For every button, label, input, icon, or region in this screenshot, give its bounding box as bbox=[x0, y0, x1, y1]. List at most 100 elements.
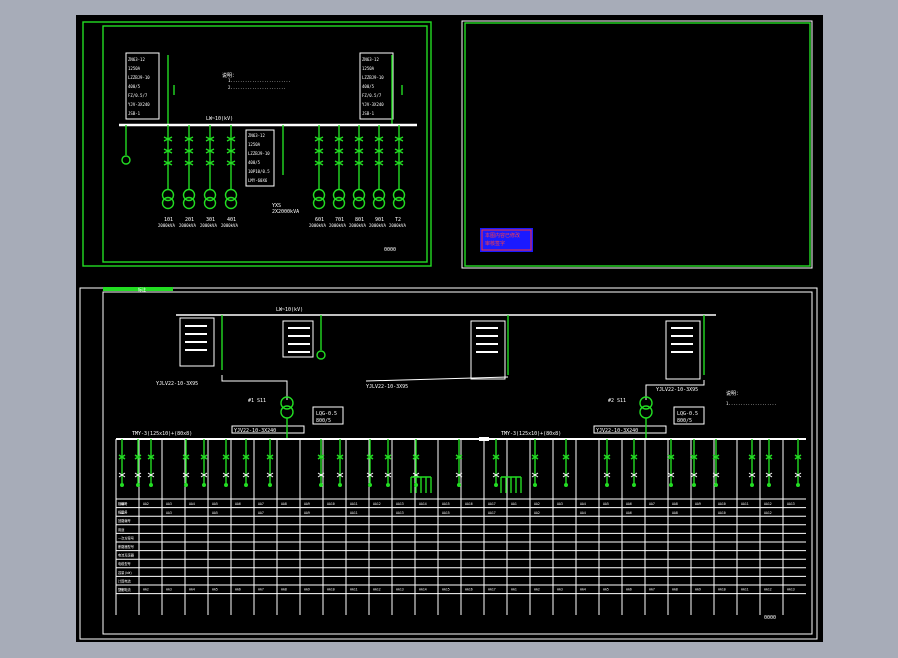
sheet1-title-code: 0000 bbox=[384, 247, 396, 253]
box-line: ZN63-12 bbox=[128, 57, 145, 62]
panel-id: AA8 bbox=[281, 502, 287, 506]
branch-circuit bbox=[336, 439, 344, 487]
panel-type: AA5 bbox=[212, 511, 218, 515]
panel-type: AA13 bbox=[396, 511, 404, 515]
hv-ground-2 bbox=[316, 350, 326, 360]
branch-circuit bbox=[118, 439, 126, 487]
box-line: 1250A bbox=[128, 66, 141, 71]
panel-rating: AA9 bbox=[695, 588, 701, 592]
panel-rating: AA12 bbox=[373, 588, 381, 592]
row-label: 电流互感器 bbox=[118, 553, 135, 558]
panel-rating: AA4 bbox=[189, 588, 195, 592]
terminal-dot bbox=[319, 483, 323, 487]
panel-id: AA6 bbox=[235, 502, 241, 506]
panel-type: AA10 bbox=[718, 511, 726, 515]
panel-type: AA11 bbox=[350, 511, 358, 515]
terminal-dot bbox=[605, 483, 609, 487]
hv-panel-text-line bbox=[288, 327, 310, 329]
branch-circuit bbox=[562, 439, 570, 487]
feeder-label: 2000kVA bbox=[389, 223, 406, 228]
terminal-dot bbox=[268, 483, 272, 487]
terminal-dot bbox=[244, 483, 248, 487]
hv-panel-text-line bbox=[185, 341, 207, 343]
box-line: 1250A bbox=[248, 142, 261, 147]
panel-rating: AA7 bbox=[258, 588, 264, 592]
branch-circuit bbox=[667, 439, 675, 487]
sheet-3-outer-frame bbox=[79, 287, 818, 640]
terminal-dot bbox=[564, 483, 568, 487]
panel-rating: AA2 bbox=[534, 588, 540, 592]
terminal-dot bbox=[714, 483, 718, 487]
multi-outgoing-group bbox=[500, 476, 522, 493]
panel-rating: AA13 bbox=[787, 588, 795, 592]
panel-type: AA4 bbox=[580, 511, 586, 515]
feeder-label: 2000kVA bbox=[158, 223, 175, 228]
panel-rating: AA16 bbox=[465, 588, 473, 592]
transformer-symbol bbox=[392, 196, 406, 210]
box-line: 400/5 bbox=[128, 84, 141, 89]
panel-type: AA2 bbox=[534, 511, 540, 515]
panel-id: AA4 bbox=[580, 502, 586, 506]
branch-circuit bbox=[531, 439, 539, 487]
tr1-out-cable: YJV22-10-3X240 bbox=[234, 428, 276, 434]
hv-panel-text-line bbox=[288, 335, 310, 337]
drawing-canvas: ZN63-12 1250A LZZBJ9-10 400/5 FZ/0.5/7 YJV-3X… bbox=[79, 20, 818, 640]
hv-panel-text-line bbox=[288, 351, 310, 353]
panel-rating: AA2 bbox=[143, 588, 149, 592]
tr1-cable-label: YJLV22-10-3X95 bbox=[156, 381, 198, 387]
terminal-dot bbox=[767, 483, 771, 487]
panel-id: AA15 bbox=[442, 502, 450, 506]
terminal-dot bbox=[692, 483, 696, 487]
box-line: JSB-1 bbox=[362, 111, 375, 116]
feeder-601: 6012000kVA bbox=[309, 125, 326, 228]
panel-id: AA16 bbox=[465, 502, 473, 506]
panel-id: AA5 bbox=[603, 502, 609, 506]
branch-circuit bbox=[384, 439, 392, 487]
box-line: LZZBJ9-10 bbox=[128, 75, 150, 80]
panel-rating: AA6 bbox=[235, 588, 241, 592]
panel-rating: AA12 bbox=[764, 588, 772, 592]
hv-panel-text-line bbox=[185, 349, 207, 351]
terminal-dot bbox=[136, 483, 140, 487]
terminal-dot bbox=[669, 483, 673, 487]
feeder-label: 2000kVA bbox=[200, 223, 217, 228]
sheet1-note-line: 1......................... bbox=[228, 78, 291, 83]
hv-panel-text-line bbox=[671, 343, 693, 345]
tr2-ct-2: 800/5 bbox=[677, 418, 692, 424]
panel-id: AA3 bbox=[166, 502, 172, 506]
transformer-2 bbox=[639, 396, 653, 419]
feeder-301: 3012000kVA bbox=[200, 125, 217, 228]
hv-panel-text-line bbox=[185, 333, 207, 335]
box-line: FZ/0.5/7 bbox=[128, 93, 148, 98]
sheet3-note: 说明： bbox=[726, 390, 741, 397]
incoming-box-left-text: ZN63-12 1250A LZZBJ9-10 400/5 FZ/0.5/7 YJV-3X… bbox=[128, 57, 150, 116]
panel-type: AA1 bbox=[120, 511, 126, 515]
feeder-label: 2000kVA bbox=[329, 223, 346, 228]
box-line: 400/5 bbox=[362, 84, 375, 89]
terminal-dot bbox=[533, 483, 537, 487]
panel-rating: AA7 bbox=[649, 588, 655, 592]
panel-rating: AA11 bbox=[741, 588, 749, 592]
branch-circuit bbox=[182, 439, 190, 487]
branch-circuit bbox=[134, 439, 142, 487]
panel-id: AA9 bbox=[695, 502, 701, 506]
box-line: YJV-3X240 bbox=[128, 102, 150, 107]
sheet-3-tag: 标注 bbox=[138, 286, 146, 292]
transformer-symbol bbox=[182, 196, 196, 210]
row-label: 计算电流 bbox=[118, 578, 132, 583]
sheet3-title-code: 0000 bbox=[764, 615, 776, 621]
hv-panel-text bbox=[185, 325, 693, 353]
box-line: LMY-60X6 bbox=[248, 178, 268, 183]
branch-circuit bbox=[794, 439, 802, 487]
panel-rating: AA9 bbox=[304, 588, 310, 592]
tr2-out-cable: YJV22-10-3X240 bbox=[596, 428, 638, 434]
sheet-1: ZN63-12 1250A LZZBJ9-10 400/5 FZ/0.5/7 YJV-3X… bbox=[82, 21, 432, 267]
panel-rating: AA10 bbox=[718, 588, 726, 592]
tr2-cable-label: YJLV22-10-3X95 bbox=[656, 387, 698, 393]
panel-rating: AA4 bbox=[580, 588, 586, 592]
panel-rating: AA8 bbox=[672, 588, 678, 592]
panel-rating: AA3 bbox=[557, 588, 563, 592]
panel-id: AA1 bbox=[511, 502, 517, 506]
tr1-ct-2: 800/5 bbox=[316, 418, 331, 424]
cad-viewport[interactable]: ZN63-12 1250A LZZBJ9-10 400/5 FZ/0.5/7 YJV-3X… bbox=[76, 15, 823, 642]
